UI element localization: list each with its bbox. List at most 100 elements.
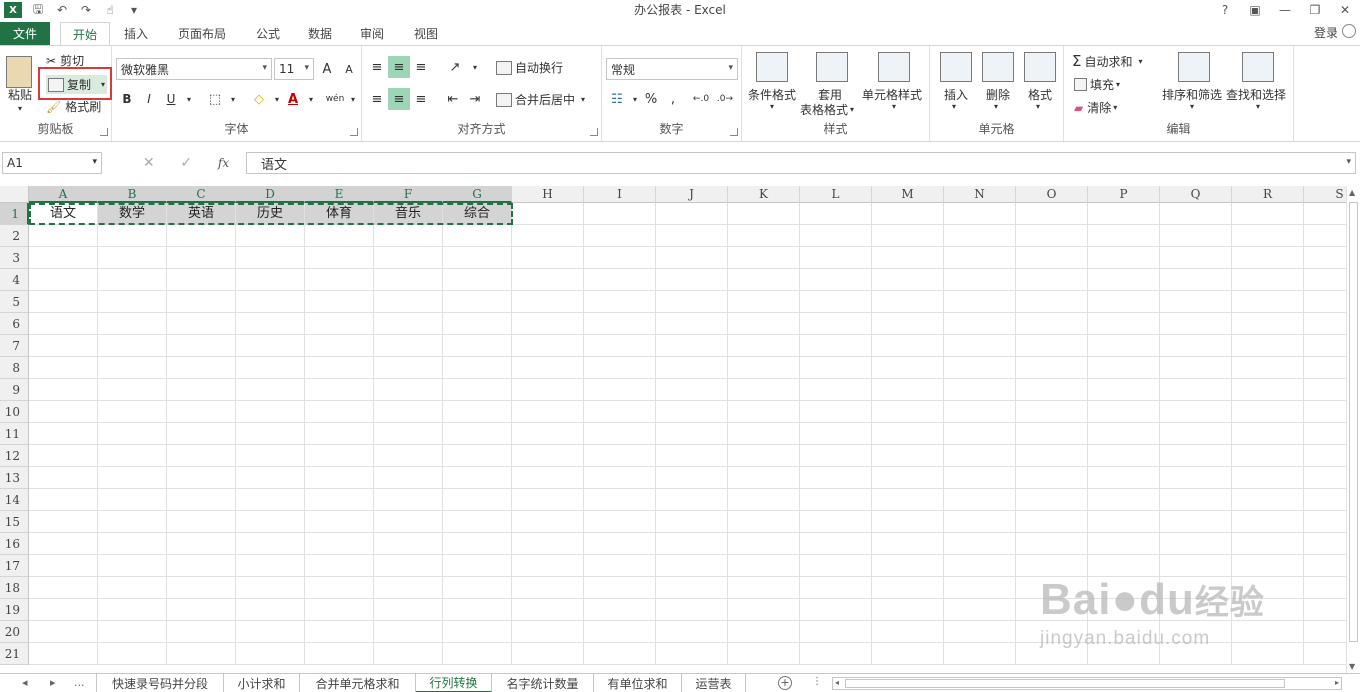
format-dropdown-icon[interactable]: ▾ [1036, 102, 1040, 111]
insert-cells-button[interactable]: 插入 [944, 86, 968, 103]
font-launcher-icon[interactable] [350, 128, 358, 136]
column-header-m[interactable]: M [872, 186, 944, 203]
enter-icon[interactable]: ✓ [180, 155, 192, 171]
column-header-r[interactable]: R [1232, 186, 1304, 203]
column-header-d[interactable]: D [236, 186, 305, 203]
horizontal-scroll-thumb[interactable] [845, 679, 1285, 688]
format-as-table-button[interactable]: 表格格式 ▾ [800, 101, 854, 118]
row-header-12[interactable]: 12 [0, 445, 29, 467]
paste-button[interactable]: 粘贴 [8, 86, 32, 103]
row-header-6[interactable]: 6 [0, 313, 29, 335]
cell-styles-icon[interactable] [878, 52, 910, 82]
format-cells-icon[interactable] [1024, 52, 1056, 82]
fill-button[interactable]: 填充 ▾ [1074, 76, 1120, 93]
row-header-10[interactable]: 10 [0, 401, 29, 423]
feedback-face-icon[interactable] [1342, 24, 1356, 38]
increase-font-button[interactable]: A [316, 58, 338, 80]
column-header-s[interactable]: S [1304, 186, 1346, 203]
merge-dropdown-icon[interactable]: ▾ [581, 95, 585, 104]
row-header-1[interactable]: 1 [0, 203, 29, 225]
delete-cells-button[interactable]: 删除 [986, 86, 1010, 103]
insert-cells-icon[interactable] [940, 52, 972, 82]
vertical-scroll-thumb[interactable] [1349, 202, 1358, 642]
find-select-button[interactable]: 查找和选择 [1226, 86, 1286, 103]
font-size-select[interactable]: 11 ▾ [274, 58, 314, 80]
tab-data[interactable]: 数据 [298, 22, 342, 45]
cancel-icon[interactable]: ✕ [143, 155, 155, 171]
number-format-select[interactable]: 常规 ▾ [606, 58, 738, 80]
border-dropdown-icon[interactable]: ▾ [222, 88, 244, 110]
column-header-q[interactable]: Q [1160, 186, 1232, 203]
row-header-4[interactable]: 4 [0, 269, 29, 291]
row-header-18[interactable]: 18 [0, 577, 29, 599]
horizontal-scrollbar[interactable]: ◂ ▸ [832, 677, 1342, 690]
scroll-left-icon[interactable]: ◂ [835, 678, 839, 687]
align-top-icon[interactable]: ≡ [366, 56, 388, 78]
column-header-e[interactable]: E [305, 186, 374, 203]
orientation-dropdown-icon[interactable]: ▾ [464, 56, 486, 78]
wrap-text-button[interactable]: 自动换行 [496, 59, 563, 76]
sheet-next-icon[interactable]: ▸ [50, 676, 56, 689]
sheet-tab[interactable]: 有单位求和 [594, 674, 682, 692]
close-icon[interactable]: ✕ [1330, 0, 1360, 20]
align-bottom-icon[interactable]: ≡ [410, 56, 432, 78]
bold-button[interactable]: B [116, 88, 138, 110]
paste-icon[interactable] [6, 56, 32, 88]
row-header-14[interactable]: 14 [0, 489, 29, 511]
orientation-icon[interactable]: ↗ [444, 56, 466, 78]
tab-review[interactable]: 审阅 [350, 22, 394, 45]
worksheet-grid[interactable]: A B C D E F G H I J K L M N O P Q R S 1 2 3 4 5 6 7 8 9 10 11 12 13 14 15… [0, 186, 1346, 673]
formula-input[interactable]: 语文 ▾ [246, 152, 1356, 174]
row-header-21[interactable]: 21 [0, 643, 29, 665]
row-header-5[interactable]: 5 [0, 291, 29, 313]
format-cells-button[interactable]: 格式 [1028, 86, 1052, 103]
align-center-icon[interactable]: ≡ [388, 88, 410, 110]
column-header-l[interactable]: L [800, 186, 872, 203]
increase-decimal-icon[interactable]: ←.0 [690, 88, 712, 110]
tab-file[interactable]: 文件 [0, 22, 50, 45]
row-header-20[interactable]: 20 [0, 621, 29, 643]
format-painter-button[interactable]: 🖌 格式刷 [46, 98, 101, 115]
insert-function-icon[interactable]: fx [218, 156, 229, 170]
cell-d1[interactable]: 历史 [236, 203, 304, 225]
help-icon[interactable]: ? [1210, 0, 1240, 20]
sheet-tab[interactable]: 小计求和 [224, 674, 300, 692]
sort-filter-dropdown-icon[interactable]: ▾ [1190, 102, 1194, 111]
tab-view[interactable]: 视图 [404, 22, 448, 45]
expand-formula-icon[interactable]: ▾ [1346, 157, 1351, 167]
paste-dropdown-icon[interactable]: ▾ [18, 104, 22, 113]
row-header-16[interactable]: 16 [0, 533, 29, 555]
row-header-7[interactable]: 7 [0, 335, 29, 357]
increase-indent-icon[interactable]: ⇥ [464, 88, 486, 110]
column-header-k[interactable]: K [728, 186, 800, 203]
merge-center-button[interactable]: 合并后居中 ▾ [496, 91, 585, 108]
column-header-h[interactable]: H [512, 186, 584, 203]
decrease-indent-icon[interactable]: ⇤ [442, 88, 464, 110]
column-header-n[interactable]: N [944, 186, 1016, 203]
autosum-button[interactable]: Σ 自动求和 ▾ [1072, 52, 1143, 70]
row-header-3[interactable]: 3 [0, 247, 29, 269]
percent-button[interactable]: % [640, 88, 662, 110]
column-header-f[interactable]: F [374, 186, 443, 203]
ribbon-display-icon[interactable]: ▣ [1240, 0, 1270, 20]
align-middle-icon[interactable]: ≡ [388, 56, 410, 78]
sheet-more-button[interactable]: ... [74, 676, 85, 689]
column-header-c[interactable]: C [167, 186, 236, 203]
scroll-down-icon[interactable]: ▼ [1349, 662, 1355, 671]
column-header-b[interactable]: B [98, 186, 167, 203]
sort-filter-button[interactable]: 排序和筛选 [1162, 86, 1222, 103]
column-header-g[interactable]: G [443, 186, 512, 203]
sort-filter-icon[interactable] [1178, 52, 1210, 82]
clear-button[interactable]: ▰ 清除 ▾ [1074, 99, 1117, 116]
column-header-i[interactable]: I [584, 186, 656, 203]
sheet-tab[interactable]: 运营表 [682, 674, 746, 692]
binoculars-icon[interactable] [1242, 52, 1274, 82]
delete-dropdown-icon[interactable]: ▾ [994, 102, 998, 111]
comma-button[interactable]: , [662, 88, 684, 110]
row-header-9[interactable]: 9 [0, 379, 29, 401]
sheet-tab[interactable]: 名字统计数量 [492, 674, 594, 692]
cell-b1[interactable]: 数学 [98, 203, 166, 225]
cell-f1[interactable]: 音乐 [374, 203, 442, 225]
tab-page-layout[interactable]: 页面布局 [170, 22, 234, 45]
format-as-table-icon[interactable] [816, 52, 848, 82]
